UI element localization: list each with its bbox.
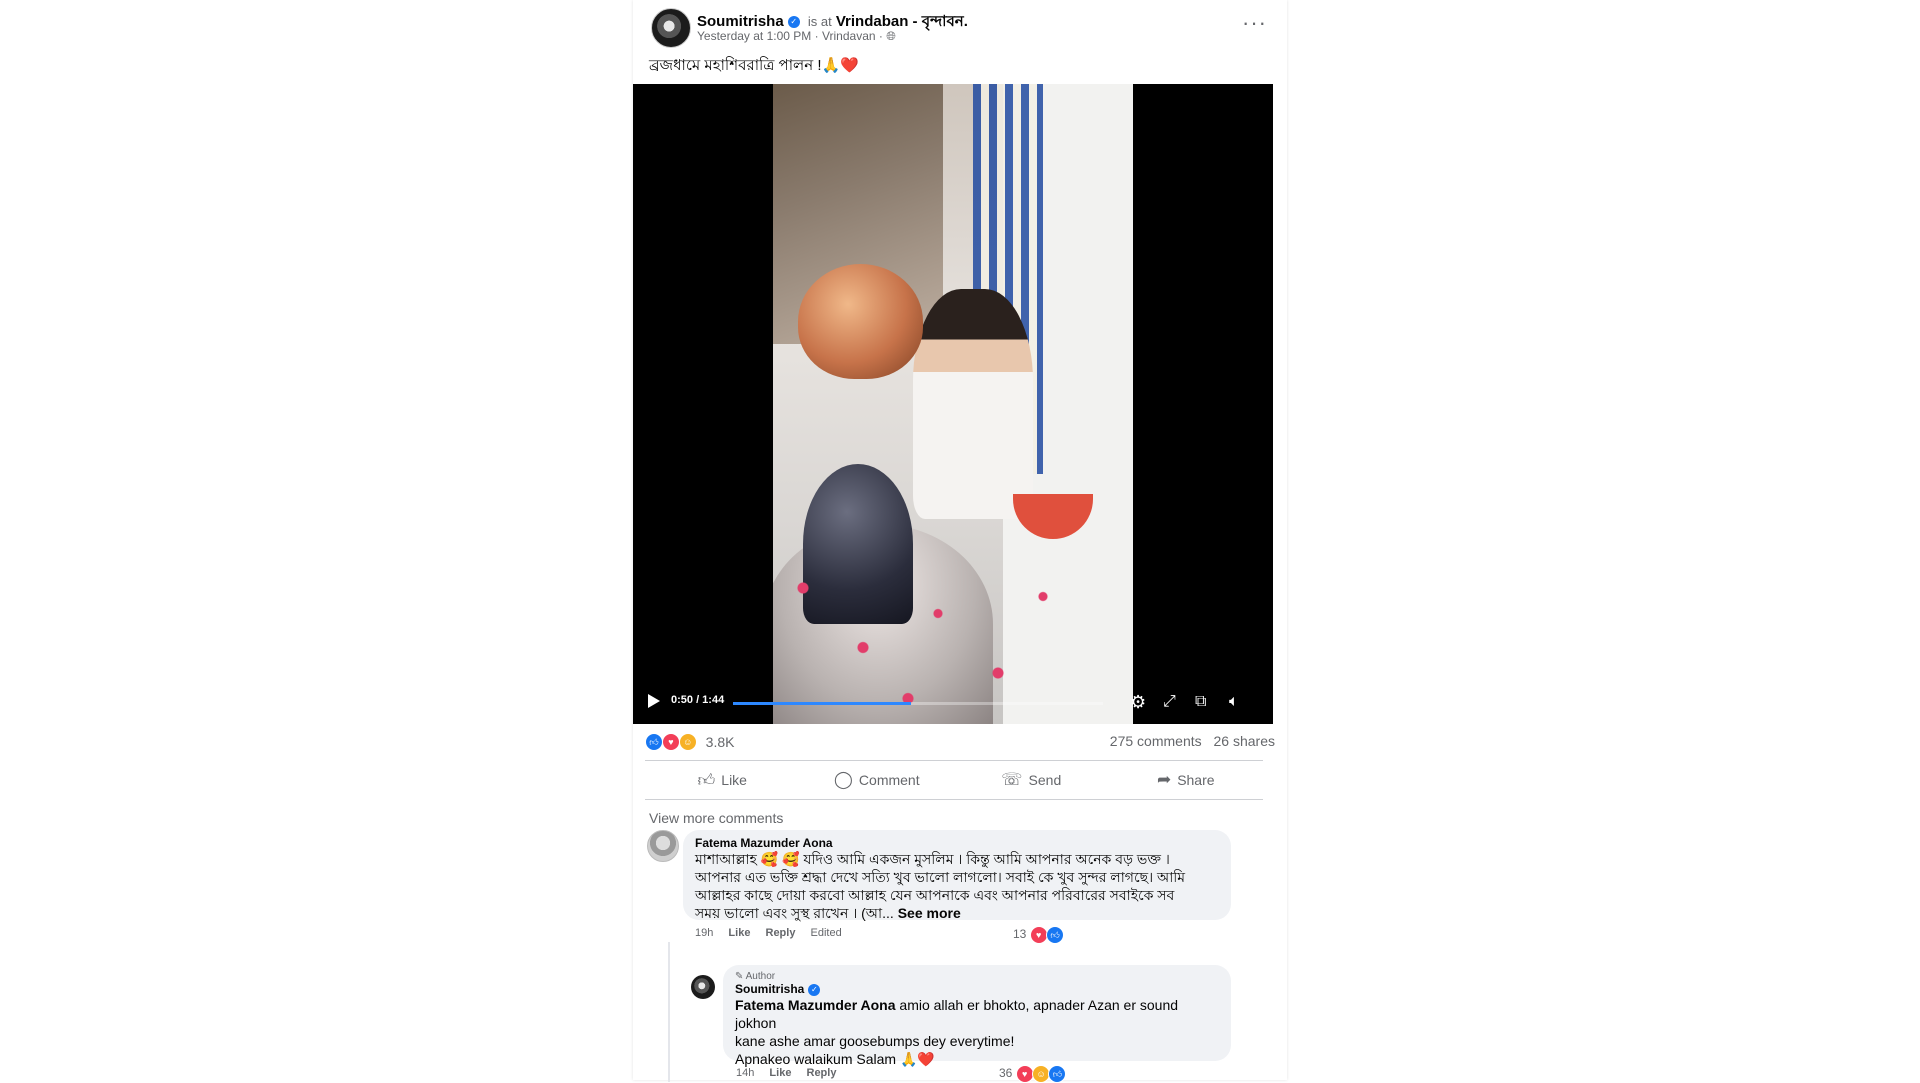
send-button[interactable]: ☏ Send: [954, 761, 1109, 799]
comment-time[interactable]: 19h: [695, 927, 713, 939]
video-scene-pot: [798, 264, 923, 379]
comments-count[interactable]: 275 comments: [1110, 733, 1202, 749]
post-card: Soumitrisha ✓ is at Vrindaban - বৃন্দাবন.…: [633, 0, 1287, 1083]
comment-share-counts: 275 comments 26 shares: [1102, 733, 1275, 749]
verified-badge-icon: ✓: [808, 983, 821, 996]
comment-text-line: মাশাআল্লাহ 🥰 🥰 যদিও আমি একজন মুসলিম । কি…: [695, 851, 1170, 867]
comment-reaction-count: 13: [1013, 927, 1027, 942]
location-link[interactable]: Vrindaban - বৃন্দাবন.: [836, 13, 968, 30]
view-more-comments-link[interactable]: View more comments: [649, 810, 783, 826]
reply-author-name: Soumitrisha ✓: [735, 982, 1219, 996]
play-icon[interactable]: [648, 694, 660, 708]
reply-author-avatar[interactable]: [691, 975, 715, 999]
love-reaction-icon: ♥: [1015, 1065, 1034, 1083]
volume-icon[interactable]: 🔈︎: [1229, 692, 1239, 712]
comment-edited-label: Edited: [810, 927, 842, 939]
author-tag-label: Author: [745, 971, 776, 982]
reply-item: ✎ Author Soumitrisha ✓ Fatema Mazumder Ao…: [633, 965, 1287, 1083]
post-stats: 👍︎ ♥ ☺ 3.8K 275 comments 26 shares: [633, 730, 1287, 754]
care-reaction-icon: ☺: [1032, 1065, 1051, 1083]
share-icon: ➦: [1156, 770, 1172, 789]
reply-author-name-text[interactable]: Soumitrisha: [735, 982, 804, 996]
video-time: 0:50 / 1:44: [671, 694, 725, 706]
author-name[interactable]: Soumitrisha: [697, 13, 784, 30]
post-timestamp[interactable]: Yesterday at 1:00 PM · Vrindavan ·: [697, 29, 883, 43]
verified-badge-icon: ✓: [787, 16, 800, 29]
pencil-icon: ✎: [735, 971, 744, 982]
post-meta: Yesterday at 1:00 PM · Vrindavan · 🌐︎: [697, 29, 896, 44]
share-button[interactable]: ➦ Share: [1109, 761, 1264, 799]
globe-icon: 🌐︎: [886, 29, 896, 43]
comment-like-button[interactable]: Like: [728, 927, 750, 939]
video-progress-bar[interactable]: [733, 702, 1103, 705]
action-bar: 👍︎ Like ◯ Comment ☏ Send ➦ Share: [645, 760, 1263, 800]
is-at-label: is at: [807, 14, 832, 29]
whatsapp-icon: ☏: [1001, 770, 1023, 789]
shares-count[interactable]: 26 shares: [1214, 733, 1275, 749]
post-header: Soumitrisha ✓ is at Vrindaban - বৃন্দাবন.…: [633, 0, 1287, 92]
reactions-summary[interactable]: 👍︎ ♥ ☺ 3.8K: [645, 733, 735, 752]
commenter-avatar[interactable]: [647, 830, 679, 862]
see-more-link[interactable]: See more: [898, 905, 961, 921]
reply-text-line: kane ashe amar goosebumps dey everytime!: [735, 1033, 1015, 1049]
fullscreen-icon[interactable]: ⤢: [1163, 692, 1176, 712]
settings-icon[interactable]: ⚙: [1130, 692, 1146, 712]
comment-text-line: আল্লাহর কাছে দোয়া করবো আল্লাহ যেন আপনাক…: [695, 887, 1175, 903]
love-reaction-icon: ♥: [1029, 926, 1048, 944]
video-frame[interactable]: [773, 84, 1133, 724]
video-player[interactable]: 0:50 / 1:44 ⚙ ⤢ ⧉ 🔈︎: [633, 84, 1273, 724]
pip-icon[interactable]: ⧉: [1195, 692, 1206, 712]
reply-text-line: Fatema Mazumder Aona amio allah er bhokt…: [735, 996, 1219, 1032]
love-reaction-icon: ♥: [661, 733, 680, 752]
comment-icon: ◯: [833, 770, 853, 789]
like-button[interactable]: 👍︎ Like: [645, 761, 800, 799]
thumbs-up-icon: 👍︎: [697, 770, 716, 790]
like-reaction-icon: 👍︎: [1046, 926, 1065, 944]
reply-text-line: Apnakeo walaikum Salam 🙏❤️: [735, 1051, 935, 1067]
comment-text-truncated: সময় ভালো এবং সুস্থ রাখেন । (আ...: [695, 905, 894, 921]
author-avatar[interactable]: [651, 8, 691, 48]
video-scene-woman: [913, 289, 1033, 519]
share-button-label: Share: [1177, 772, 1215, 788]
comment-meta: 19h Like Reply Edited: [695, 927, 854, 939]
reply-time[interactable]: 14h: [736, 1067, 754, 1079]
commenter-name[interactable]: Fatema Mazumder Aona: [695, 836, 1219, 850]
like-reaction-icon: 👍︎: [1048, 1065, 1067, 1083]
comment-text-line: সময় ভালো এবং সুস্থ রাখেন । (আ... See mo…: [695, 904, 1219, 922]
comment-button-label: Comment: [858, 772, 920, 788]
mention-link[interactable]: Fatema Mazumder Aona: [735, 997, 896, 1013]
like-button-label: Like: [721, 772, 747, 788]
comment-bubble: Fatema Mazumder Aona মাশাআল্লাহ 🥰 🥰 যদিও…: [683, 830, 1231, 922]
post-caption: ব্রজধামে মহাশিবরাত্রি পালন !🙏❤️: [649, 57, 859, 74]
send-button-label: Send: [1028, 772, 1062, 788]
like-reaction-icon: 👍︎: [645, 733, 663, 752]
care-reaction-icon: ☺: [678, 733, 697, 752]
comment-button[interactable]: ◯ Comment: [800, 761, 955, 799]
more-options-button[interactable]: ···: [1242, 10, 1267, 36]
comment-item: Fatema Mazumder Aona মাশাআল্লাহ 🥰 🥰 যদিও…: [633, 830, 1287, 944]
reply-meta: 14h Like Reply: [736, 1067, 848, 1079]
video-progress-fill: [733, 702, 911, 705]
reply-reply-button[interactable]: Reply: [807, 1067, 837, 1079]
author-tag: ✎ Author: [735, 971, 1219, 982]
reply-like-button[interactable]: Like: [769, 1067, 791, 1079]
comment-text-line: আপনার এত ভক্তি শ্রদ্ধা দেখে সত্যি খুব ভা…: [695, 869, 1186, 885]
comment-reactions[interactable]: 13 ♥ 👍︎: [1013, 926, 1065, 944]
reply-reaction-count: 36: [999, 1066, 1013, 1081]
reaction-count: 3.8K: [705, 734, 735, 751]
video-controls: 0:50 / 1:44 ⚙ ⤢ ⧉ 🔈︎: [633, 684, 1273, 724]
reply-bubble: ✎ Author Soumitrisha ✓ Fatema Mazumder Ao…: [723, 965, 1231, 1067]
comment-reply-button[interactable]: Reply: [766, 927, 796, 939]
reply-reactions[interactable]: 36 ♥ ☺ 👍︎: [999, 1065, 1067, 1083]
